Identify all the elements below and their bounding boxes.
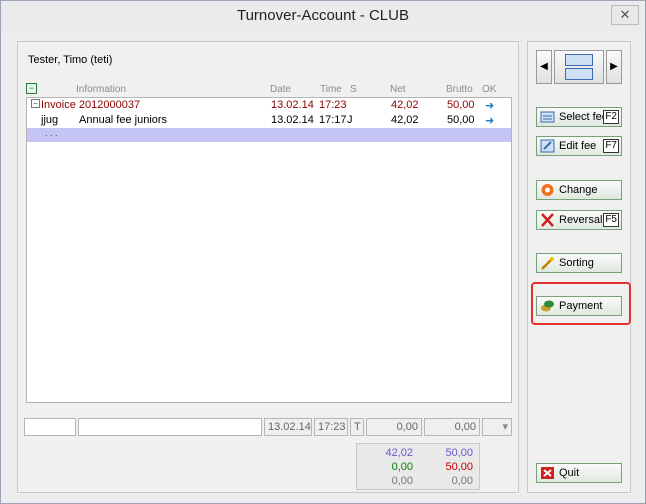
col-ok: OK: [482, 84, 497, 95]
change-button[interactable]: Change: [536, 180, 622, 200]
list-icon: [540, 111, 555, 123]
lifebuoy-icon: [541, 184, 554, 196]
magic-wand-icon: [541, 257, 554, 270]
col-brutto: Brutto: [446, 84, 473, 95]
action-panel: ◀ ▶ Select fee F2 Edit fee F7 Change Rev…: [527, 41, 631, 493]
col-date: Date: [270, 84, 292, 95]
quit-label: Quit: [559, 467, 580, 479]
table-row[interactable]: . . .: [27, 128, 511, 142]
col-information: Information: [76, 84, 127, 95]
table-row[interactable]: − Invoice 2012000037 13.02.14 17:23 42,0…: [27, 99, 511, 112]
total-net-1: 42,02: [385, 447, 413, 459]
customer-name: Tester, Timo (teti): [28, 54, 113, 66]
select-fee-label: Select fee: [559, 111, 608, 123]
next-button[interactable]: ▶: [606, 50, 622, 84]
ok-arrow-icon: ➜: [485, 100, 495, 112]
total-brutto-1: 50,00: [445, 447, 473, 459]
triangle-left-icon: ◀: [540, 61, 548, 72]
window-title: Turnover-Account - CLUB: [236, 7, 409, 24]
row-brutto: 50,00: [447, 114, 475, 126]
f2-key-badge: F2: [603, 110, 619, 124]
row-brutto: 50,00: [447, 99, 475, 111]
sorting-label: Sorting: [559, 257, 594, 269]
edit-icon: [540, 139, 555, 153]
edit-fee-label: Edit fee: [559, 140, 597, 152]
row-info: . . .: [45, 128, 58, 138]
row-info: Annual fee juniors: [79, 114, 168, 126]
row-info: Invoice 2012000037: [41, 99, 141, 111]
code-input[interactable]: [24, 418, 76, 436]
table-row[interactable]: jjug Annual fee juniors 13.02.14 17:17 J…: [27, 114, 511, 127]
search-icon: [565, 68, 593, 80]
ok-dropdown[interactable]: ▾: [482, 418, 512, 436]
row-date: 13.02.14: [271, 114, 314, 126]
quit-button[interactable]: Quit: [536, 463, 622, 483]
time-field[interactable]: 17:23: [314, 418, 348, 436]
turnover-grid[interactable]: − Invoice 2012000037 13.02.14 17:23 42,0…: [26, 97, 512, 403]
select-fee-button[interactable]: Select fee F2: [536, 107, 622, 127]
total-brutto-2: 50,00: [445, 461, 473, 473]
turnover-account-window: Turnover-Account - CLUB ✕ Tester, Timo (…: [0, 0, 646, 504]
f5-key-badge: F5: [603, 213, 619, 227]
row-net: 42,02: [391, 99, 419, 111]
reversal-button[interactable]: Reversal F5: [536, 210, 622, 230]
ok-arrow-icon: ➜: [485, 115, 495, 127]
col-time: Time: [320, 84, 342, 95]
col-s: S: [350, 84, 357, 95]
close-icon: [541, 467, 554, 479]
chevron-down-icon: ▾: [502, 421, 508, 433]
record-nav-button[interactable]: [554, 50, 604, 84]
row-code: jjug: [41, 114, 59, 126]
row-net: 42,02: [391, 114, 419, 126]
prev-button[interactable]: ◀: [536, 50, 552, 84]
sorting-button[interactable]: Sorting: [536, 253, 622, 273]
row-time: 17:23: [319, 99, 347, 111]
f7-key-badge: F7: [603, 139, 619, 153]
collapse-all-icon[interactable]: −: [26, 83, 37, 94]
row-date: 13.02.14: [271, 99, 314, 111]
total-net-2: 0,00: [391, 461, 413, 473]
total-net-3: 0,00: [391, 475, 413, 487]
collapse-icon[interactable]: −: [31, 99, 40, 108]
title-bar: Turnover-Account - CLUB ✕: [1, 1, 645, 31]
total-brutto-3: 0,00: [451, 475, 473, 487]
row-s: J: [347, 114, 353, 126]
triangle-right-icon: ▶: [610, 61, 618, 72]
row-time: 17:17: [319, 114, 347, 126]
type-field[interactable]: T: [350, 418, 364, 436]
list-icon: [565, 54, 593, 66]
edit-fee-button[interactable]: Edit fee F7: [536, 136, 622, 156]
info-input[interactable]: [78, 418, 262, 436]
net-field[interactable]: 0,00: [366, 418, 422, 436]
payment-highlight: [531, 282, 631, 325]
cross-icon: [541, 213, 554, 227]
close-button[interactable]: ✕: [611, 5, 639, 25]
change-label: Change: [559, 184, 598, 196]
turnover-panel: Tester, Timo (teti) − Information Date T…: [17, 41, 519, 493]
col-net: Net: [390, 84, 406, 95]
brutto-field[interactable]: 0,00: [424, 418, 480, 436]
totals-box: 42,02 50,00 0,00 50,00 0,00 0,00: [356, 443, 480, 490]
reversal-label: Reversal: [559, 214, 603, 226]
date-field[interactable]: 13.02.14: [264, 418, 312, 436]
